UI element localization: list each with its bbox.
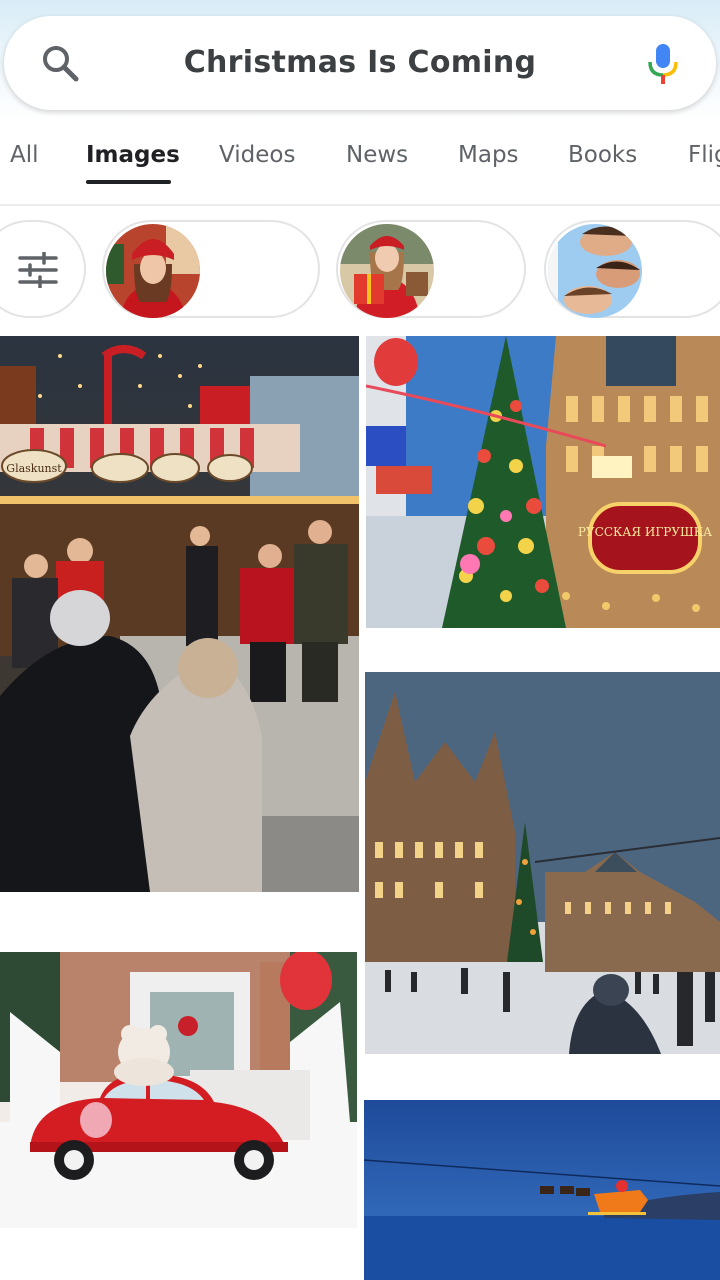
tab-flights[interactable]: Flig bbox=[688, 142, 720, 168]
mic-icon[interactable] bbox=[646, 42, 680, 86]
market-sign-text: Glaskunst bbox=[6, 462, 62, 475]
search-query[interactable]: Christmas Is Coming bbox=[104, 16, 616, 110]
chip-woman-red-hat[interactable] bbox=[102, 220, 320, 318]
image-search-page: Christmas Is Coming All Images Videos Ne… bbox=[0, 0, 720, 1280]
image-result-moscow-tree[interactable]: РУССКАЯ ИГРУШКА bbox=[366, 336, 720, 628]
image-result-santa-sleigh[interactable] bbox=[364, 1100, 720, 1280]
tab-news[interactable]: News bbox=[346, 142, 408, 168]
moscow-sign-text: РУССКАЯ ИГРУШКА bbox=[578, 525, 712, 539]
chip-thumbnail bbox=[340, 224, 434, 318]
suggestion-chips bbox=[0, 220, 720, 320]
chip-woman-gifts[interactable] bbox=[336, 220, 526, 318]
filter-chip[interactable] bbox=[0, 220, 86, 318]
chip-family-faces[interactable] bbox=[544, 220, 720, 318]
image-result-christmas-market[interactable]: Glaskunst bbox=[0, 336, 359, 892]
tabs-divider bbox=[0, 204, 720, 206]
tab-books[interactable]: Books bbox=[568, 142, 637, 168]
active-tab-indicator bbox=[86, 180, 171, 184]
tab-videos[interactable]: Videos bbox=[219, 142, 295, 168]
image-result-red-car[interactable] bbox=[0, 952, 357, 1228]
search-bar[interactable]: Christmas Is Coming bbox=[4, 16, 716, 110]
tab-images[interactable]: Images bbox=[86, 142, 180, 168]
chip-thumbnail bbox=[548, 224, 642, 318]
image-result-ice-rink[interactable] bbox=[365, 672, 720, 1054]
tab-all[interactable]: All bbox=[10, 142, 39, 168]
search-icon[interactable] bbox=[40, 43, 80, 83]
tune-icon bbox=[18, 252, 58, 288]
tab-maps[interactable]: Maps bbox=[458, 142, 519, 168]
chip-thumbnail bbox=[106, 224, 200, 318]
